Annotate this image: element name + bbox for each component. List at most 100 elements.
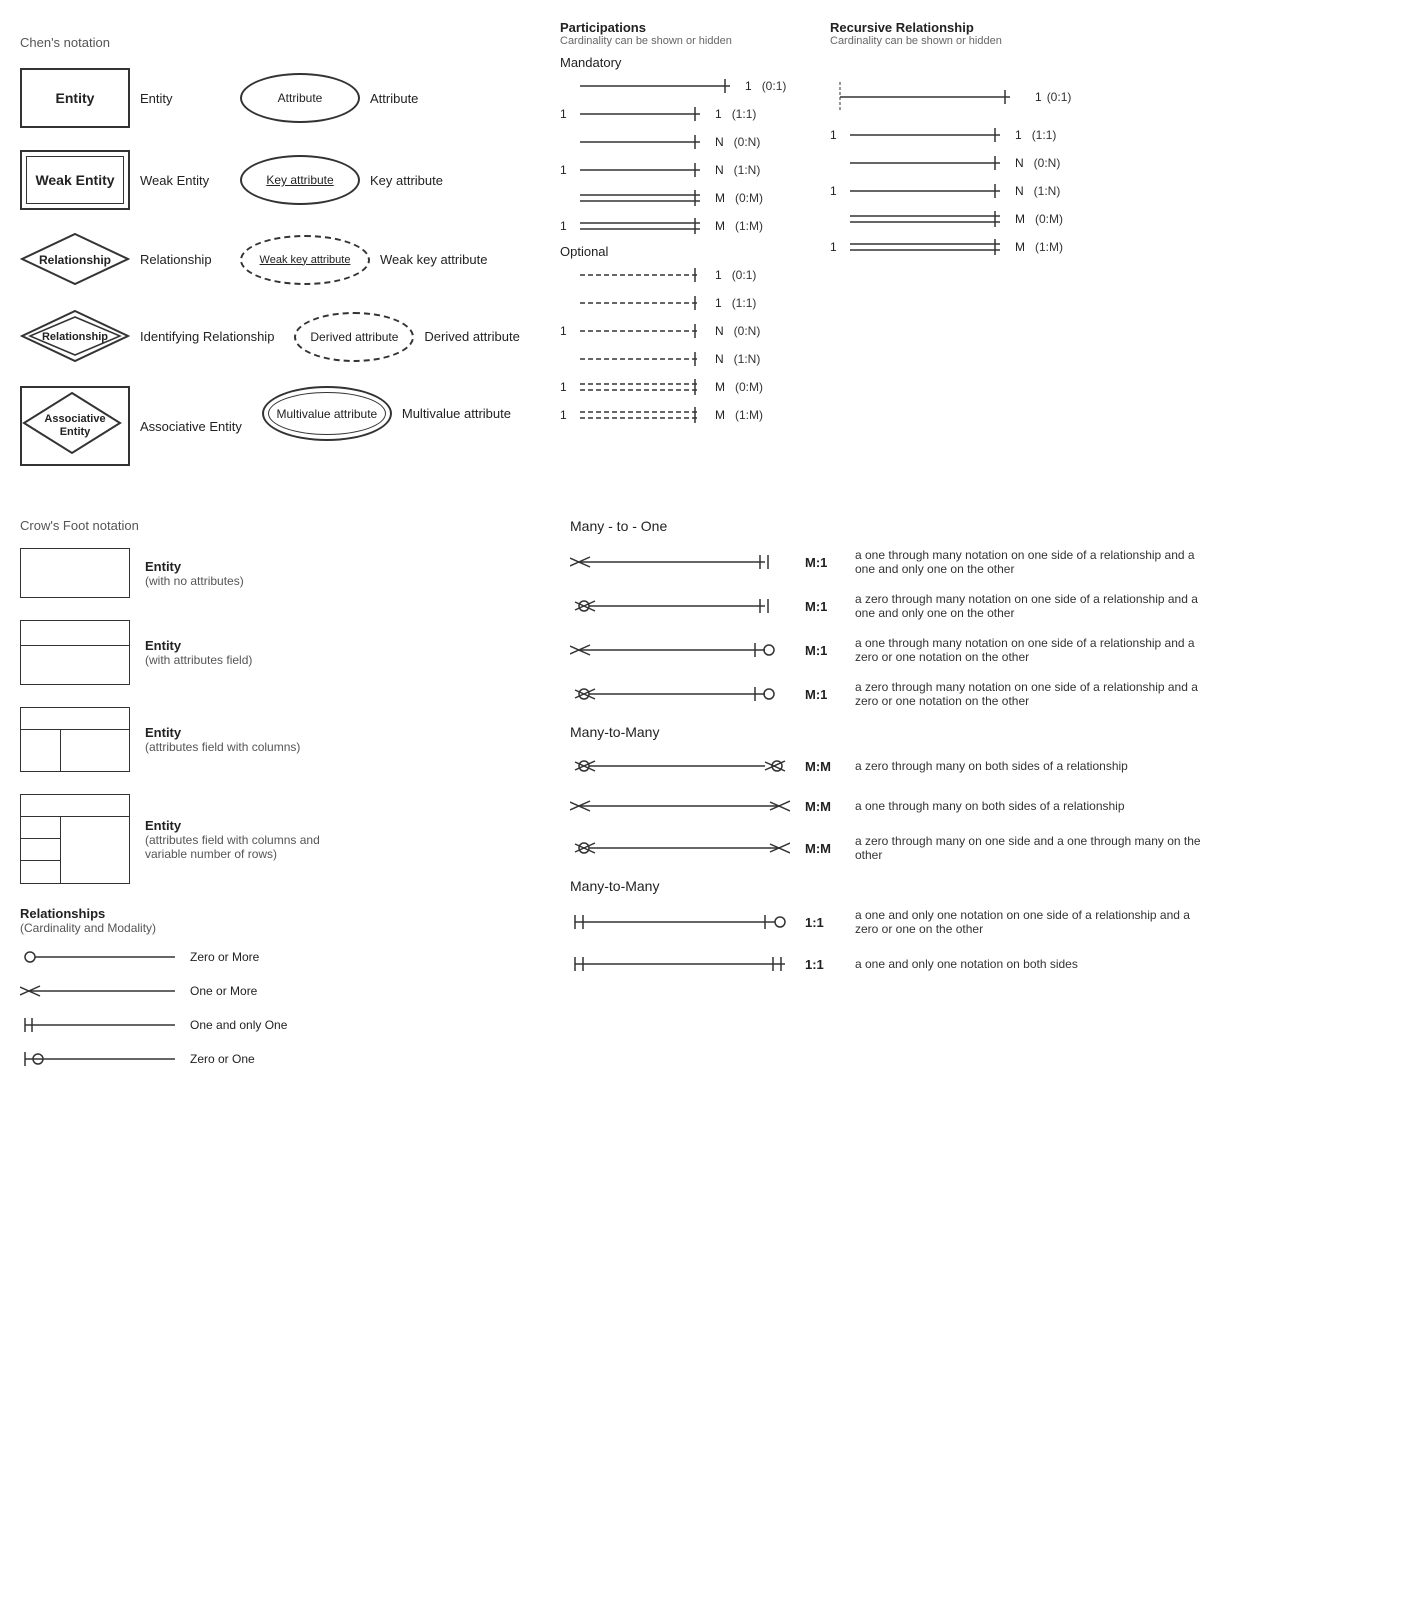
mm-row-1: M:M a one through many on both sides of … [570, 794, 1384, 818]
optional-row-1: 1 (1:1) [560, 293, 815, 313]
mandatory-row-5: 1 M (1:M) [560, 216, 815, 236]
m1-desc-3: a zero through many notation on one side… [855, 680, 1205, 708]
mandatory-row-3: 1 N (1:N) [560, 160, 815, 180]
mm-line-2 [570, 836, 790, 860]
rec-row-2: N (0:N) [830, 153, 1130, 173]
participations-title: Participations [560, 20, 815, 35]
participations-subtitle: Cardinality can be shown or hidden [560, 35, 815, 47]
crows-entity-cols-row: Entity (attributes field with columns) [20, 707, 550, 772]
m1-row-2: M:1 a one through many notation on one s… [570, 636, 1384, 664]
recursive-subtitle: Cardinality can be shown or hidden [830, 35, 1130, 47]
mm-line-0 [570, 754, 790, 778]
mandatory-line-3 [580, 160, 710, 180]
m1-desc-1: a zero through many notation on one side… [855, 592, 1205, 620]
mandatory-line-4 [580, 188, 710, 208]
legend-one-only: One and only One [20, 1015, 550, 1035]
m1-desc-2: a one through many notation on one side … [855, 636, 1205, 664]
optional-line-3 [580, 349, 710, 369]
weak-key-symbol: Weak key attribute [240, 235, 370, 285]
relationships-legend-title: Relationships [20, 906, 550, 921]
chens-title: Chen's notation [20, 35, 550, 50]
crows-entity-varrows-row: Entity (attributes field with columns an… [20, 794, 550, 884]
crows-entity-simple [20, 548, 130, 598]
identifying-relationship-symbol: Relationship [20, 309, 130, 364]
mandatory-line-5 [580, 216, 710, 236]
optional-row-5: 1 M (1:M) [560, 405, 815, 425]
crows-entity-attrs [20, 620, 130, 685]
rec-row-4: M (0:M) [830, 209, 1130, 229]
recursive-title: Recursive Relationship [830, 20, 1130, 35]
m1-row-0: M:1 a one through many notation on one s… [570, 548, 1384, 576]
optional-line-0 [580, 265, 710, 285]
derived-attribute-label: Derived attribute [424, 329, 519, 344]
recursive-section: Recursive Relationship Cardinality can b… [830, 20, 1130, 265]
crows-entity-varrows-label: Entity [145, 818, 325, 833]
oo-row-0: 1:1 a one and only one notation on one s… [570, 908, 1384, 936]
one-to-one-title: Many-to-Many [570, 878, 1384, 894]
crows-title: Crow's Foot notation [20, 518, 550, 533]
rec-line-3 [850, 181, 1010, 201]
crows-entity-varrows [20, 794, 130, 884]
rec-row-0: 1 (0:1) [830, 77, 1130, 117]
multivalue-symbol: Multivalue attribute [262, 386, 392, 441]
m1-line-2 [570, 638, 790, 662]
entity-label: Entity [140, 91, 220, 106]
m1-line-1 [570, 594, 790, 618]
rec-row-5: 1 M (1:M) [830, 237, 1130, 257]
relationships-legend-subtitle: (Cardinality and Modality) [20, 921, 550, 935]
optional-line-1 [580, 293, 710, 313]
legend-zero-more-label: Zero or More [190, 950, 259, 964]
rec-line-2 [850, 153, 1010, 173]
derived-attribute-symbol: Derived attribute [294, 312, 414, 362]
identifying-rel-label: Identifying Relationship [140, 329, 274, 344]
legend-one-more-icon [20, 981, 180, 1001]
rec-row-1: 1 1 (1:1) [830, 125, 1130, 145]
attribute-symbol: Attribute [240, 73, 360, 123]
optional-line-2 [580, 321, 710, 341]
optional-line-5 [580, 405, 710, 425]
weak-entity-symbol: Weak Entity [20, 150, 130, 210]
optional-row-2: 1 N (0:N) [560, 321, 815, 341]
relationships-legend: Relationships (Cardinality and Modality)… [20, 906, 550, 1069]
optional-row-4: 1 M (0:M) [560, 377, 815, 397]
crows-entity-cols [20, 707, 130, 772]
legend-zero-one: Zero or One [20, 1049, 550, 1069]
legend-zero-more: Zero or More [20, 947, 550, 967]
legend-zero-one-label: Zero or One [190, 1052, 255, 1066]
mandatory-row-0: 1 (0:1) [560, 76, 815, 96]
mandatory-row-2: N (0:N) [560, 132, 815, 152]
weak-key-label: Weak key attribute [380, 252, 487, 267]
mandatory-title: Mandatory [560, 55, 815, 70]
rec-line-0 [830, 77, 1030, 117]
crows-entity-cols-sublabel: (attributes field with columns) [145, 740, 300, 754]
relationship-label: Relationship [140, 252, 220, 267]
legend-one-more-label: One or More [190, 984, 257, 998]
rec-line-1 [850, 125, 1010, 145]
mandatory-line-2 [580, 132, 710, 152]
legend-one-only-icon [20, 1015, 180, 1035]
many-to-one-title: Many - to - One [570, 518, 1384, 534]
mm-desc-2: a zero through many on one side and a on… [855, 834, 1205, 862]
optional-title: Optional [560, 244, 815, 259]
oo-line-0 [570, 910, 790, 934]
many-to-many-title: Many-to-Many [570, 724, 1384, 740]
mm-row-2: M:M a zero through many on one side and … [570, 834, 1384, 862]
mm-desc-1: a one through many on both sides of a re… [855, 799, 1125, 813]
m1-row-3: M:1 a zero through many notation on one … [570, 680, 1384, 708]
oo-desc-0: a one and only one notation on one side … [855, 908, 1205, 936]
legend-one-more: One or More [20, 981, 550, 1001]
optional-line-4 [580, 377, 710, 397]
assoc-entity-label: Associative Entity [140, 419, 242, 434]
key-attribute-label: Key attribute [370, 173, 443, 188]
mandatory-row-1: 1 1 (1:1) [560, 104, 815, 124]
optional-row-0: 1 (0:1) [560, 265, 815, 285]
key-attribute-symbol: Key attribute [240, 155, 360, 205]
weak-entity-label: Weak Entity [140, 173, 220, 188]
crows-entity-simple-label: Entity [145, 559, 244, 574]
mandatory-line-0 [580, 76, 740, 96]
crows-entity-simple-row: Entity (with no attributes) [20, 548, 550, 598]
mm-row-0: M:M a zero through many on both sides of… [570, 754, 1384, 778]
crows-entity-simple-sublabel: (with no attributes) [145, 574, 244, 588]
m1-line-0 [570, 550, 790, 574]
crows-entity-attrs-row: Entity (with attributes field) [20, 620, 550, 685]
